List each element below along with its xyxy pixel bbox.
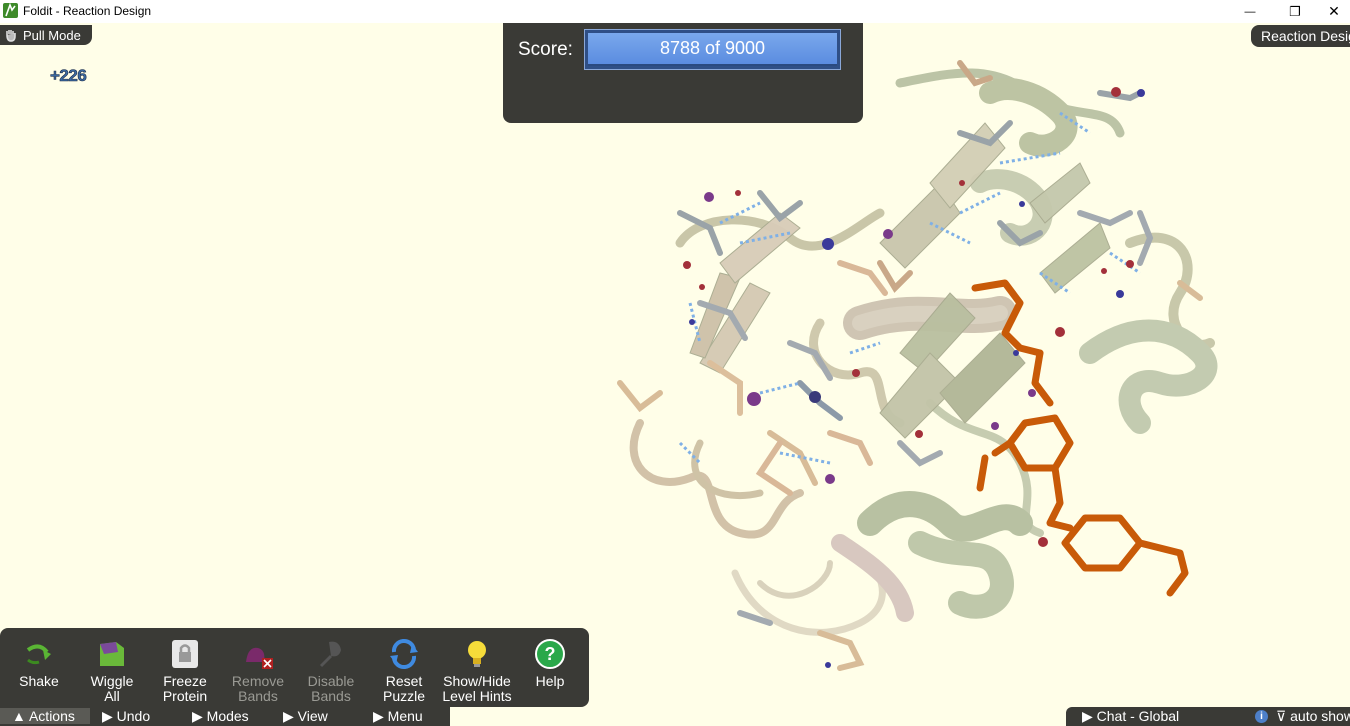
game-viewport[interactable]: Pull Mode +226 Score: 8788 of 9000 React… [0, 23, 1350, 726]
mode-label: Pull Mode [23, 27, 81, 43]
menu-undo[interactable]: ▶ Undo [102, 708, 150, 725]
score-label: Score: [518, 39, 573, 60]
lightbulb-icon [468, 641, 486, 667]
freeze-label-2: Protein [162, 688, 208, 704]
reaction-design-tab[interactable]: Reaction Design [1251, 25, 1350, 47]
hints-label: Show/Hide [443, 673, 511, 689]
lock-icon [172, 640, 198, 668]
auto-show-toggle[interactable]: ⊽ auto show [1276, 708, 1350, 725]
close-window-button[interactable]: ✕ [1318, 0, 1350, 23]
wiggle-label-2: All [104, 688, 120, 704]
reaction-design-label: Reaction Design [1261, 28, 1350, 44]
shake-button[interactable]: Shake [2, 634, 76, 708]
pull-mode-indicator[interactable]: Pull Mode [0, 25, 92, 45]
help-icon: ? [535, 639, 565, 669]
reset-label: Reset [385, 673, 423, 689]
wiggle-all-button[interactable]: Wiggle All [75, 634, 149, 708]
disable-bands-button[interactable]: Disable Bands [294, 634, 368, 708]
menu-view[interactable]: ▶ View [283, 708, 328, 725]
disable-bands-label-2: Bands [311, 688, 351, 704]
hand-icon [6, 30, 16, 42]
shake-label: Shake [19, 673, 59, 689]
menu-menu[interactable]: ▶ Menu [373, 708, 423, 725]
freeze-label: Freeze [163, 673, 207, 689]
remove-bands-icon [246, 647, 273, 669]
chat-bar: ▶ Chat - Global i ⊽ auto show [1066, 707, 1350, 726]
score-delta: +226 [50, 66, 87, 86]
chat-global-toggle[interactable]: ▶ Chat - Global [1082, 708, 1179, 725]
restore-button[interactable]: ❐ [1272, 0, 1318, 23]
disable-bands-icon [319, 641, 341, 668]
minimize-button[interactable]: — [1227, 0, 1273, 23]
help-label: Help [535, 673, 565, 689]
help-button[interactable]: ? Help [513, 634, 587, 708]
hints-label-2: Level Hints [442, 688, 512, 704]
score-panel: Score: 8788 of 9000 [503, 23, 863, 123]
disable-bands-label: Disable [307, 673, 355, 689]
reset-puzzle-button[interactable]: Reset Puzzle [367, 634, 441, 708]
shake-icon [26, 644, 51, 665]
remove-bands-label: Remove [231, 673, 285, 689]
close-icon: ✕ [1328, 3, 1340, 19]
reset-icon [390, 639, 418, 669]
freeze-protein-button[interactable]: Freeze Protein [148, 634, 222, 708]
actions-toolbar: Shake Wiggle All Freeze Protein Remove B… [0, 628, 589, 707]
menu-modes[interactable]: ▶ Modes [192, 708, 249, 725]
score-box: 8788 of 9000 [584, 29, 841, 70]
foldit-app-icon [3, 3, 18, 18]
window-title: Foldit - Reaction Design [23, 4, 152, 18]
minimize-icon: — [1244, 5, 1256, 18]
reset-label-2: Puzzle [382, 688, 426, 704]
wiggle-icon [100, 642, 124, 666]
remove-bands-button[interactable]: Remove Bands [221, 634, 295, 708]
show-hide-hints-button[interactable]: Show/Hide Level Hints [440, 634, 514, 708]
wiggle-label: Wiggle [90, 673, 134, 689]
bottom-menu-bar: ▲ Actions ▶ Undo ▶ Modes ▶ View ▶ Menu [0, 707, 450, 726]
restore-icon: ❐ [1289, 3, 1301, 19]
remove-bands-label-2: Bands [238, 688, 278, 704]
info-icon[interactable]: i [1255, 710, 1268, 723]
protein-3d-view[interactable] [0, 23, 1350, 726]
svg-text:?: ? [545, 644, 556, 664]
score-value: 8788 of 9000 [588, 33, 837, 66]
menu-actions[interactable]: ▲ Actions [0, 708, 90, 724]
title-bar: Foldit - Reaction Design — ❐ ✕ [0, 0, 1350, 23]
